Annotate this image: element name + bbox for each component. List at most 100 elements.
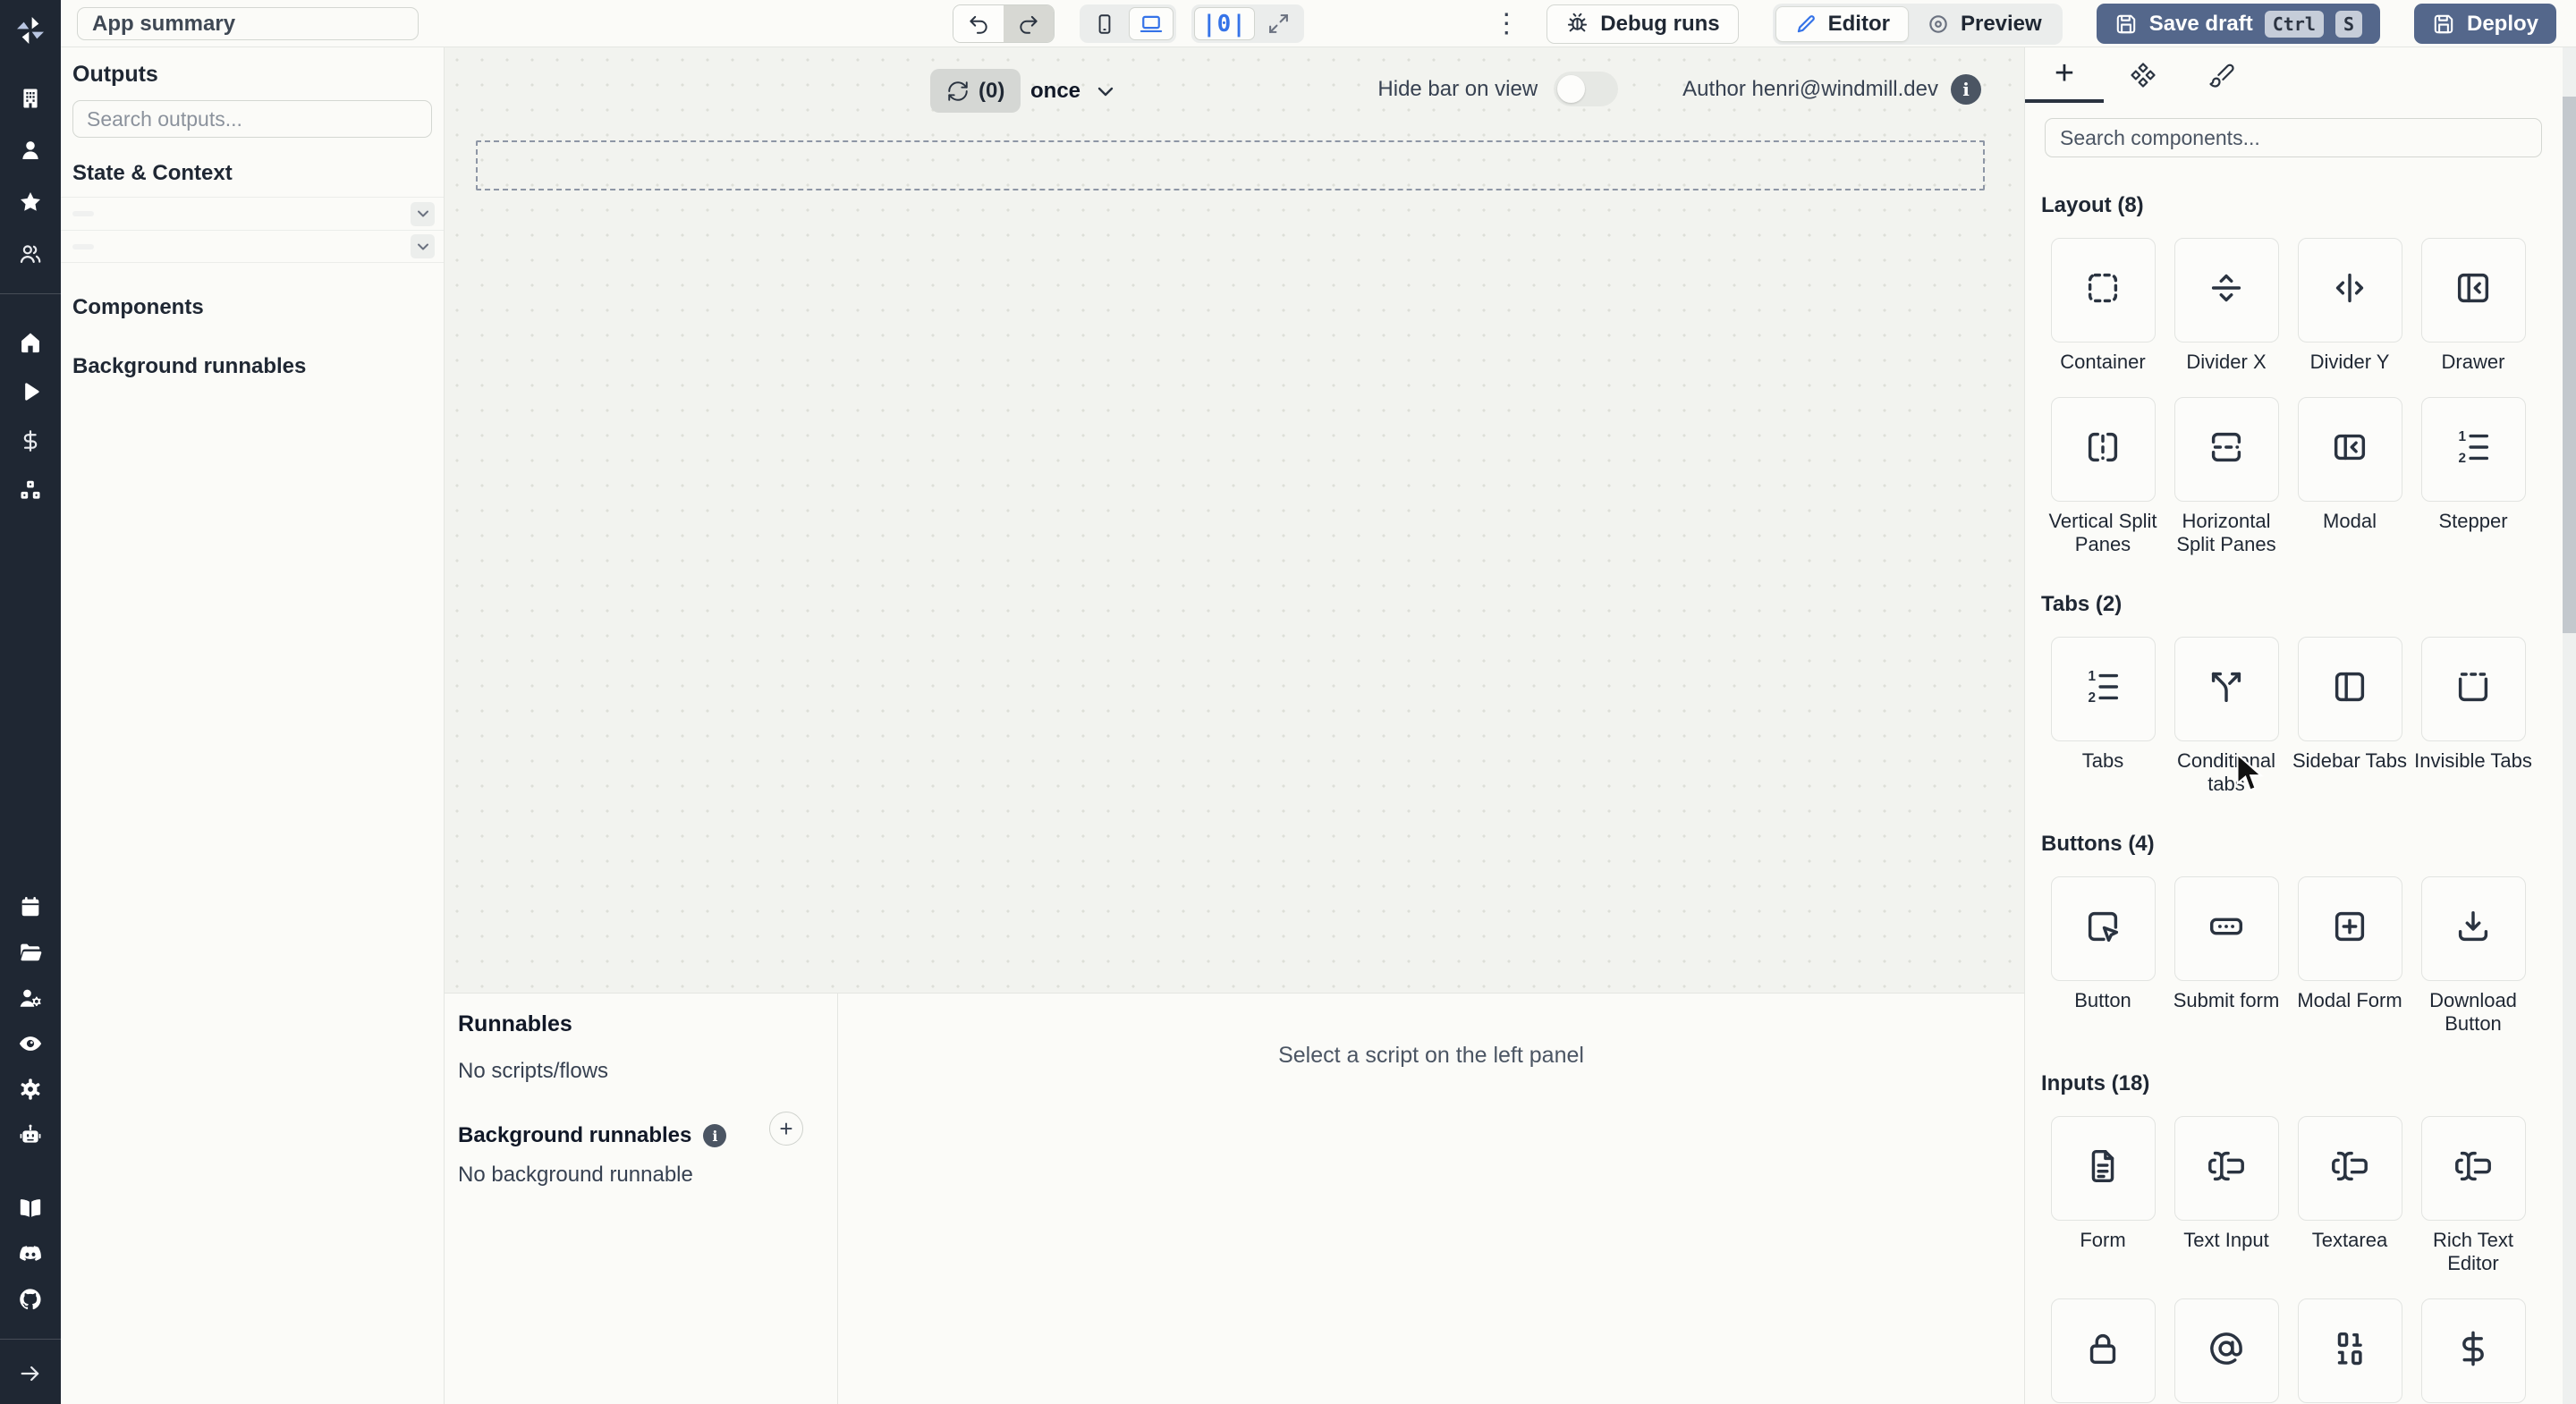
component-card-container[interactable] — [2050, 238, 2156, 343]
component-card-modal[interactable] — [2297, 397, 2402, 502]
component-item-modal: Modal — [2288, 397, 2411, 556]
component-item-textarea: Textarea — [2288, 1116, 2411, 1275]
robot-icon[interactable] — [13, 1117, 48, 1153]
components-scrollbar-track[interactable] — [2563, 47, 2576, 1404]
desktop-view-button[interactable] — [1129, 7, 1174, 40]
user-cog-icon[interactable] — [13, 980, 48, 1016]
component-drop-placeholder[interactable] — [476, 140, 1985, 190]
background-info-icon[interactable]: i — [703, 1124, 727, 1147]
text-input-icon — [2453, 1146, 2494, 1191]
dollar-icon[interactable] — [13, 423, 48, 459]
chevron-down-icon[interactable] — [411, 234, 435, 258]
book-icon[interactable] — [13, 1190, 48, 1226]
components-scrollbar-thumb[interactable] — [2563, 97, 2576, 633]
component-card-password[interactable] — [2050, 1298, 2156, 1403]
component-label: Divider X — [2186, 351, 2267, 373]
canvas-topright: Hide bar on view Author henri@windmill.d… — [1377, 72, 1981, 106]
users-icon[interactable] — [13, 236, 48, 272]
background-runnables-title: Background runnables — [72, 354, 307, 378]
component-card-rich-text-editor[interactable] — [2420, 1116, 2526, 1221]
add-background-runnable-button[interactable]: + — [769, 1112, 803, 1146]
component-card-divider-y[interactable] — [2297, 238, 2402, 343]
interval-select[interactable]: once — [1030, 69, 1116, 113]
component-card-stepper[interactable]: 12 — [2420, 397, 2526, 502]
email-icon — [2206, 1328, 2247, 1374]
component-card-text-input[interactable] — [2174, 1116, 2279, 1221]
hide-bar-toggle[interactable] — [1554, 72, 1619, 106]
component-label: Rich Text Editor — [2432, 1229, 2514, 1274]
eye-icon[interactable] — [13, 1026, 48, 1061]
component-label: Textarea — [2311, 1229, 2388, 1251]
kbd-ctrl: Ctrl — [2264, 10, 2324, 38]
text-input-icon — [2206, 1146, 2247, 1191]
component-card-download-button[interactable] — [2420, 876, 2526, 981]
tab-global-styling[interactable] — [2182, 47, 2261, 103]
topbar-right: ⋮ Debug runs Editor Preview Save draft C… — [1493, 3, 2556, 45]
refresh-button[interactable]: (0) — [930, 69, 1021, 113]
component-card-tabs[interactable]: 12 — [2050, 637, 2156, 741]
component-item-invisible-tabs: Invisible Tabs — [2411, 637, 2535, 796]
play-icon[interactable] — [13, 374, 48, 410]
context-row-state[interactable] — [61, 230, 444, 263]
app-summary-input[interactable] — [77, 7, 419, 40]
component-card-number[interactable] — [2297, 1298, 2402, 1403]
component-grid: Button Submit form Modal Form Download Butt… — [2041, 876, 2576, 1036]
windmill-logo[interactable] — [13, 13, 48, 48]
component-card-sidebar-tabs[interactable] — [2297, 637, 2402, 741]
component-card-modal-form[interactable] — [2297, 876, 2402, 981]
redo-button[interactable] — [1004, 5, 1054, 42]
component-card-email-input[interactable] — [2174, 1298, 2279, 1403]
star-icon[interactable] — [13, 184, 48, 220]
calendar-icon[interactable] — [13, 889, 48, 925]
gear-icon[interactable] — [13, 1071, 48, 1107]
info-icon[interactable]: i — [1951, 73, 1981, 105]
mobile-view-button[interactable] — [1082, 7, 1127, 40]
discord-icon[interactable] — [13, 1236, 48, 1272]
component-label: Text Input — [2183, 1229, 2269, 1251]
outputs-title: Outputs — [72, 62, 158, 87]
component-card-horizontal-split-panes[interactable] — [2174, 397, 2279, 502]
expand-icon — [1269, 14, 1289, 33]
building-icon[interactable] — [13, 80, 48, 116]
user-icon[interactable] — [13, 132, 48, 168]
component-card-form[interactable] — [2050, 1116, 2156, 1221]
context-key[interactable] — [72, 211, 94, 216]
arrow-right-icon[interactable] — [13, 1356, 48, 1391]
boxes-icon[interactable] — [13, 472, 48, 508]
component-card-submit-form[interactable] — [2174, 876, 2279, 981]
component-item-vertical-split-panes: Vertical Split Panes — [2041, 397, 2165, 556]
component-card-invisible-tabs[interactable] — [2420, 637, 2526, 741]
github-icon[interactable] — [13, 1281, 48, 1317]
tab-editor[interactable]: Editor — [1775, 5, 1909, 42]
undo-button[interactable] — [953, 5, 1004, 42]
paintbrush-icon — [2209, 63, 2234, 88]
folder-open-icon[interactable] — [13, 935, 48, 970]
app-canvas[interactable]: (0) once Hide bar on view Author henri@w… — [445, 47, 2024, 993]
search-components-input[interactable] — [2045, 118, 2542, 157]
component-card-vertical-split-panes[interactable] — [2050, 397, 2156, 502]
center-align-button[interactable]: |0| — [1194, 7, 1255, 40]
search-outputs-input[interactable] — [72, 100, 432, 138]
context-key[interactable] — [72, 243, 94, 250]
debug-runs-button[interactable]: Debug runs — [1546, 4, 1739, 44]
chevron-down-icon[interactable] — [411, 201, 435, 226]
home-icon[interactable] — [13, 325, 48, 360]
component-card-drawer[interactable] — [2420, 238, 2526, 343]
save-draft-label: Save draft — [2148, 11, 2253, 36]
fullscreen-button[interactable] — [1257, 7, 1301, 40]
component-card-currency[interactable] — [2420, 1298, 2526, 1403]
component-card-divider-x[interactable] — [2174, 238, 2279, 343]
tab-component-settings[interactable] — [2104, 47, 2182, 103]
deploy-button[interactable]: Deploy — [2413, 4, 2556, 44]
tab-preview[interactable]: Preview — [1909, 6, 2060, 42]
component-card-conditional-tabs[interactable] — [2174, 637, 2279, 741]
save-draft-button[interactable]: Save draft Ctrl S — [2096, 4, 2380, 44]
tab-insert-component[interactable]: + — [2025, 47, 2104, 103]
more-menu-button[interactable]: ⋮ — [1493, 10, 1520, 38]
vsplit-icon — [2082, 427, 2123, 472]
context-row-ctx[interactable] — [61, 197, 444, 230]
component-label: Stepper — [2438, 510, 2508, 532]
component-card-button[interactable] — [2050, 876, 2156, 981]
component-item-number: Number — [2288, 1298, 2411, 1404]
component-card-textarea[interactable] — [2297, 1116, 2402, 1221]
